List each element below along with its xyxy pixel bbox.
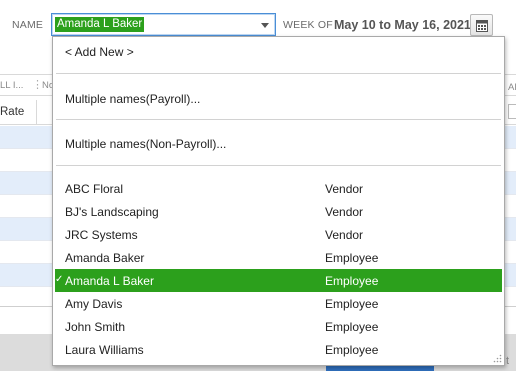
multiple-names-nonpayroll-option[interactable]: Multiple names(Non-Payroll)... — [65, 137, 226, 151]
multiple-names-payroll-option[interactable]: Multiple names(Payroll)... — [65, 92, 200, 106]
list-item-name: ABC Floral — [65, 182, 124, 196]
name-combobox-value[interactable]: Amanda L Baker — [55, 17, 145, 32]
list-item-name: Amanda Baker — [65, 251, 145, 265]
rate-column-label: Rate — [0, 106, 25, 118]
list-item-type: Vendor — [325, 182, 364, 196]
calendar-icon — [476, 20, 488, 32]
list-item-type: Employee — [325, 343, 379, 357]
list-item[interactable]: John Smith Employee — [55, 315, 502, 338]
list-item-name: BJ's Landscaping — [65, 205, 159, 219]
footer-text-fragment: t — [506, 355, 510, 367]
list-item-type: Vendor — [325, 228, 364, 242]
list-item-name: Laura Williams — [65, 343, 144, 357]
list-item-type: Employee — [325, 251, 379, 265]
list-item-type: Employee — [325, 320, 379, 334]
chevron-down-icon[interactable] — [259, 19, 271, 31]
list-item[interactable]: Laura Williams Employee — [55, 338, 502, 361]
list-item-type: Vendor — [325, 205, 364, 219]
list-item-selected[interactable]: ✓ Amanda L Baker Employee — [55, 269, 502, 292]
list-item[interactable]: Amy Davis Employee — [55, 292, 502, 315]
week-of-label: WEEK OF — [283, 19, 333, 31]
list-item[interactable]: BJ's Landscaping Vendor — [55, 200, 502, 223]
list-item-type: Employee — [325, 297, 379, 311]
grid-column-header: LL I... — [0, 80, 24, 91]
list-item-type: Employee — [325, 274, 379, 288]
list-item[interactable]: ABC Floral Vendor — [55, 177, 502, 200]
separator — [56, 73, 501, 74]
list-item-name: Amanda L Baker — [65, 274, 154, 288]
list-item[interactable]: JRC Systems Vendor — [55, 223, 502, 246]
column-divider — [36, 100, 37, 125]
resize-grip-icon[interactable] — [493, 354, 502, 363]
separator — [56, 119, 501, 120]
list-item-name: John Smith — [65, 320, 126, 334]
week-range: May 10 to May 16, 2021 — [334, 18, 471, 32]
calendar-button[interactable] — [470, 14, 493, 36]
list-item-name: JRC Systems — [65, 228, 138, 242]
name-label: NAME — [12, 19, 44, 31]
grid-cell-edge — [508, 104, 516, 119]
check-icon: ✓ — [55, 274, 64, 285]
name-dropdown-list[interactable]: < Add New > Multiple names(Payroll)... M… — [52, 36, 505, 366]
add-new-option[interactable]: < Add New > — [65, 45, 134, 59]
name-combobox[interactable]: Amanda L Baker — [51, 13, 276, 36]
separator — [56, 165, 501, 166]
list-item[interactable]: Amanda Baker Employee — [55, 246, 502, 269]
grid-column-header: AB — [508, 82, 516, 93]
list-item-name: Amy Davis — [65, 297, 123, 311]
